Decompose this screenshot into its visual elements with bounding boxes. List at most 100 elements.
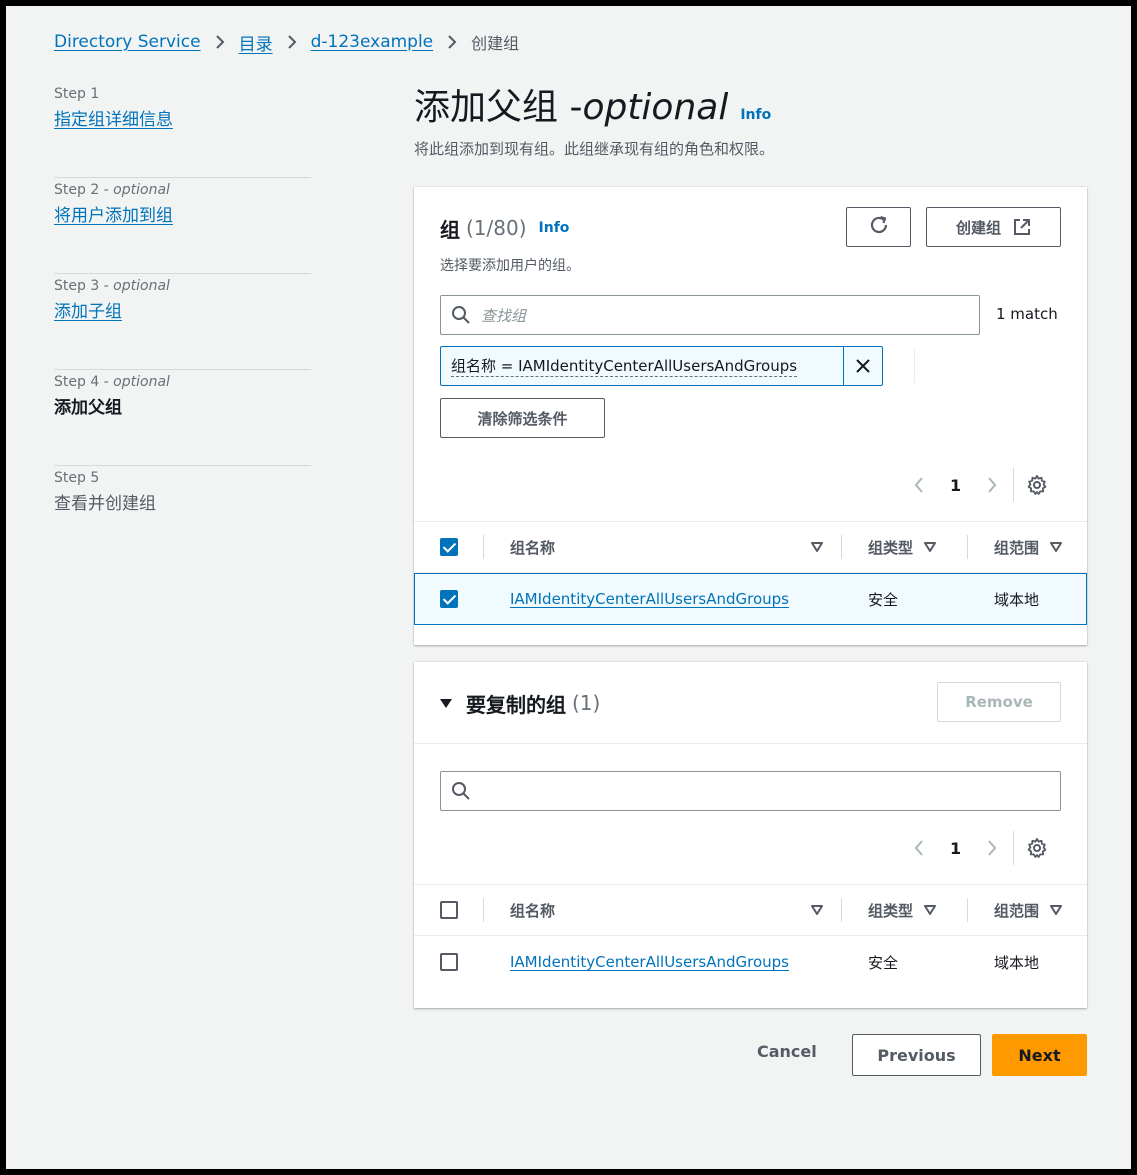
clear-filters-button[interactable]: 清除筛选条件: [440, 398, 605, 438]
copy-groups-search-input[interactable]: [440, 771, 1061, 811]
groups-panel: 组 (1/80) Info 选择要添加用户的组。 创建组 查找组 1 match…: [414, 187, 1087, 645]
groups-search-input[interactable]: 查找组: [440, 295, 980, 335]
col-group-name[interactable]: 组名称: [510, 900, 555, 921]
group-type: 安全: [868, 590, 899, 609]
step-3: Step 3 - optional 添加子组: [54, 274, 311, 370]
table-row[interactable]: IAMIdentityCenterAllUsersAndGroups 安全 域本…: [414, 573, 1087, 625]
page-number[interactable]: 1: [950, 839, 961, 858]
page-number[interactable]: 1: [950, 476, 961, 495]
copy-groups-header[interactable]: 要复制的组 (1): [440, 686, 600, 720]
search-icon: [451, 781, 471, 801]
remove-button[interactable]: Remove: [937, 682, 1061, 722]
step-1: Step 1 指定组详细信息: [54, 82, 311, 178]
breadcrumb-directory-service[interactable]: Directory Service: [54, 32, 201, 52]
cancel-button[interactable]: Cancel: [757, 1042, 817, 1061]
select-all-checkbox[interactable]: [440, 901, 458, 919]
row-checkbox[interactable]: [440, 953, 458, 971]
gear-icon[interactable]: [1026, 474, 1048, 496]
chevron-right-icon: [287, 34, 297, 50]
groups-subtitle: 选择要添加用户的组。: [440, 258, 580, 274]
group-type: 安全: [868, 953, 899, 972]
col-group-type[interactable]: 组类型: [868, 900, 937, 921]
token-divider: [914, 349, 915, 383]
breadcrumb-directory-id[interactable]: d-123example: [311, 32, 434, 52]
page-title-optional: optional: [582, 87, 729, 128]
page: Directory Service 目录 d-123example 创建组 St…: [6, 6, 1131, 1169]
breadcrumb: Directory Service 目录 d-123example 创建组: [54, 28, 519, 56]
select-all-checkbox[interactable]: [440, 538, 458, 556]
filter-token: 组名称 = IAMIdentityCenterAllUsersAndGroups: [440, 346, 883, 386]
chevron-left-icon[interactable]: [914, 839, 924, 857]
create-group-label: 创建组: [955, 218, 1001, 237]
step-4-active: 添加父组: [54, 398, 122, 418]
external-link-icon: [1013, 218, 1031, 236]
col-group-type[interactable]: 组类型: [868, 537, 937, 558]
chevron-right-icon[interactable]: [987, 476, 997, 494]
col-group-scope[interactable]: 组范围: [994, 537, 1063, 558]
previous-button[interactable]: Previous: [852, 1034, 981, 1076]
step-optional: - optional: [99, 182, 170, 198]
refresh-button[interactable]: [846, 207, 911, 247]
next-button[interactable]: Next: [992, 1034, 1087, 1076]
gear-icon[interactable]: [1026, 837, 1048, 859]
step-4: Step 4 - optional 添加父组: [54, 370, 311, 466]
search-icon: [451, 305, 471, 325]
step-5: Step 5 查看并创建组: [54, 466, 311, 562]
info-link[interactable]: Info: [740, 91, 771, 139]
col-group-type-label: 组类型: [868, 538, 914, 557]
groups-pagination: 1: [914, 465, 1048, 505]
create-group-button[interactable]: 创建组: [926, 207, 1061, 247]
copy-groups-title: 要复制的组: [466, 692, 566, 717]
step-number: Step 5: [54, 470, 100, 486]
step-optional: - optional: [99, 374, 170, 390]
group-name-link[interactable]: IAMIdentityCenterAllUsersAndGroups: [510, 590, 789, 608]
group-scope: 域本地: [994, 590, 1040, 609]
step-2: Step 2 - optional 将用户添加到组: [54, 178, 311, 274]
caret-down-icon: [923, 541, 937, 553]
step-number: Step 1: [54, 86, 100, 102]
step-5-title: 查看并创建组: [54, 494, 156, 514]
filter-token-label[interactable]: 组名称 = IAMIdentityCenterAllUsersAndGroups: [451, 355, 798, 377]
group-name-link[interactable]: IAMIdentityCenterAllUsersAndGroups: [510, 953, 789, 971]
step-number: Step 3: [54, 278, 100, 294]
caret-down-icon: [1049, 541, 1063, 553]
row-checkbox[interactable]: [440, 590, 458, 608]
chevron-right-icon: [215, 34, 225, 50]
chevron-right-icon: [447, 34, 457, 50]
filter-token-remove-button[interactable]: [844, 347, 882, 385]
caret-down-icon[interactable]: [810, 904, 824, 916]
copy-groups-pagination: 1: [914, 828, 1048, 868]
chevron-left-icon[interactable]: [914, 476, 924, 494]
groups-count: (1/80): [466, 216, 527, 240]
col-group-scope-label: 组范围: [994, 901, 1040, 920]
copy-groups-panel: 要复制的组 (1) Remove 1 组名称 组类型 组范围 IAMIdenti…: [414, 662, 1087, 1008]
pager-divider: [1013, 468, 1015, 502]
groups-table-header: 组名称 组类型 组范围: [414, 521, 1087, 573]
step-optional: - optional: [99, 278, 170, 294]
col-group-type-label: 组类型: [868, 901, 914, 920]
close-icon: [855, 358, 871, 374]
col-group-scope-label: 组范围: [994, 538, 1040, 557]
copy-groups-table-header: 组名称 组类型 组范围: [414, 884, 1087, 936]
group-scope: 域本地: [994, 953, 1040, 972]
col-group-name[interactable]: 组名称: [510, 537, 555, 558]
step-3-link[interactable]: 添加子组: [54, 302, 122, 322]
wizard-steps: Step 1 指定组详细信息 Step 2 - optional 将用户添加到组…: [54, 82, 311, 562]
search-placeholder: 查找组: [481, 306, 527, 325]
chevron-right-icon[interactable]: [987, 839, 997, 857]
table-row[interactable]: IAMIdentityCenterAllUsersAndGroups 安全 域本…: [414, 936, 1087, 988]
step-number: Step 4: [54, 374, 100, 390]
caret-down-icon: [923, 904, 937, 916]
groups-info-link[interactable]: Info: [539, 220, 570, 236]
step-number: Step 2: [54, 182, 100, 198]
breadcrumb-current: 创建组: [471, 34, 520, 53]
caret-down-icon[interactable]: [810, 541, 824, 553]
col-group-scope[interactable]: 组范围: [994, 900, 1063, 921]
step-1-link[interactable]: 指定组详细信息: [54, 110, 173, 130]
groups-title: 组: [440, 217, 460, 242]
page-title-text: 添加父组 -: [414, 87, 583, 128]
breadcrumb-directory[interactable]: 目录: [239, 30, 273, 55]
step-2-link[interactable]: 将用户添加到组: [54, 206, 173, 226]
page-description: 将此组添加到现有组。此组继承现有组的角色和权限。: [414, 140, 775, 158]
pager-divider: [1013, 831, 1015, 865]
